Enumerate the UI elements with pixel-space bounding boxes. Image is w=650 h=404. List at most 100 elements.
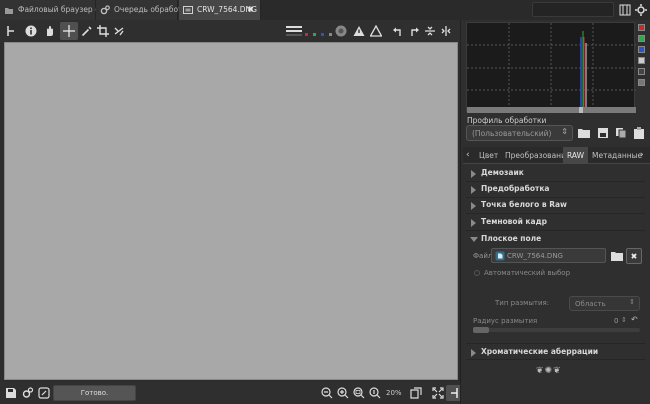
shadow-clip-button[interactable]: [351, 23, 367, 39]
info-button[interactable]: [23, 23, 39, 39]
fullscreen-button[interactable]: [430, 385, 446, 401]
gear-icon: [635, 4, 647, 16]
profile-save-button[interactable]: [595, 125, 611, 141]
blur-radius-slider-handle[interactable]: [473, 327, 489, 333]
flat-field-file-chooser[interactable]: CRW_7564.DNG: [491, 248, 606, 263]
zoom-level: 20%: [386, 389, 402, 397]
flip-horizontal-icon: [441, 26, 451, 36]
settings-icon[interactable]: [633, 2, 649, 18]
zoom-in-icon: [337, 387, 349, 399]
auto-select-checkbox[interactable]: [474, 270, 480, 276]
flip-horizontal-button[interactable]: [438, 23, 454, 39]
new-window-icon: [410, 387, 422, 399]
subtab-color[interactable]: Цвет: [476, 148, 501, 164]
focus-mask-button[interactable]: [333, 23, 349, 39]
chevron-updown-icon: ⇕: [561, 127, 568, 136]
hand-icon: [47, 26, 53, 36]
section-flat-field[interactable]: Плоское поле: [466, 231, 645, 248]
flip-vertical-button[interactable]: [422, 23, 438, 39]
crosshair-tool-button[interactable]: [60, 22, 78, 40]
profile-save-icon: [598, 128, 608, 138]
histogram[interactable]: [466, 22, 636, 113]
subtab-next-arrow[interactable]: ›: [640, 150, 644, 160]
section-label: Темновой кадр: [481, 217, 548, 226]
section-label: Хроматические аберрации: [481, 347, 599, 356]
blur-radius-spinner-icon[interactable]: ⇕: [621, 316, 627, 324]
section-demosaic[interactable]: Демозаик: [466, 165, 645, 182]
expand-arrow-icon: [471, 186, 476, 194]
channel-red-dot[interactable]: [305, 33, 308, 36]
color-picker-button[interactable]: [79, 23, 95, 39]
save-image-button[interactable]: [3, 385, 19, 401]
histogram-graph: [467, 23, 636, 113]
expand-arrow-icon: [471, 202, 476, 210]
blur-type-select[interactable]: Область ⇕: [569, 296, 640, 311]
tab-file-browser[interactable]: Файловый браузер (1): [0, 0, 106, 20]
gears-icon: [22, 387, 34, 398]
profile-copy-button[interactable]: [613, 125, 629, 141]
crosshair-icon: [63, 25, 75, 37]
blur-radius-slider[interactable]: [473, 327, 640, 333]
histogram-bar-toggle[interactable]: [638, 79, 645, 86]
filmstrip-search-field[interactable]: [532, 2, 614, 17]
focus-circle-icon: [335, 25, 347, 37]
profile-open-button[interactable]: [576, 125, 592, 141]
new-detail-window-button[interactable]: [408, 385, 424, 401]
color-bars-icon: [286, 26, 302, 36]
highlight-clip-button[interactable]: [368, 23, 384, 39]
blur-type-label: Тип размытия:: [495, 299, 550, 307]
subtab-raw[interactable]: RAW: [563, 147, 589, 164]
histogram-lum-toggle[interactable]: [638, 57, 645, 64]
profile-paste-button[interactable]: [631, 125, 647, 141]
image-icon: [183, 6, 193, 14]
subtab-metadata[interactable]: Метаданные: [589, 148, 645, 164]
section-label: Точка белого в Raw: [481, 200, 567, 209]
section-raw-white-point[interactable]: Точка белого в Raw: [466, 197, 645, 214]
queue-add-button[interactable]: [20, 385, 36, 401]
blur-type-value: Область: [575, 300, 606, 308]
edit-external-button[interactable]: [36, 385, 52, 401]
flat-field-browse-button[interactable]: [609, 248, 625, 264]
panel-end-ornament: ❦✺❦: [536, 366, 562, 376]
zoom-in-button[interactable]: [335, 385, 351, 401]
tab-editor-image[interactable]: CRW_7564.DNG ✖: [179, 0, 261, 20]
tab-queue[interactable]: Очередь обработки: [96, 0, 192, 20]
zoom-100-button[interactable]: [367, 385, 383, 401]
blur-radius-reset-icon[interactable]: ↶: [631, 315, 638, 324]
histogram-red-toggle[interactable]: [638, 24, 645, 31]
hide-history-button[interactable]: [3, 23, 19, 39]
channel-lum-dot[interactable]: [329, 33, 332, 36]
zoom-out-icon: [321, 387, 333, 399]
subtab-label: Цвет: [479, 151, 499, 160]
color-management-button[interactable]: [284, 23, 304, 39]
image-preview[interactable]: [4, 42, 458, 380]
fullscreen-icon: [432, 387, 444, 399]
subtab-prev-arrow[interactable]: ‹: [466, 150, 470, 160]
histogram-raw-toggle[interactable]: [638, 68, 645, 75]
histogram-green-toggle[interactable]: [638, 35, 645, 42]
section-preprocessing[interactable]: Предобработка: [466, 181, 645, 198]
channel-blue-dot[interactable]: [321, 33, 324, 36]
blur-radius-value: 0: [614, 317, 619, 325]
profile-select[interactable]: (Пользовательский) ⇕: [466, 125, 573, 141]
zoom-fit-icon: [353, 387, 365, 399]
flat-field-clear-button[interactable]: ✖: [626, 248, 642, 264]
section-label: Демозаик: [481, 168, 524, 177]
straighten-tool-button[interactable]: [111, 23, 127, 39]
crop-icon: [97, 25, 109, 37]
section-chromatic-aberration[interactable]: Хроматические аберрации: [466, 343, 645, 360]
rotate-right-button[interactable]: [406, 23, 422, 39]
section-dark-frame[interactable]: Темновой кадр: [466, 214, 645, 231]
zoom-out-button[interactable]: [319, 385, 335, 401]
crop-tool-button[interactable]: [95, 23, 111, 39]
flip-vertical-icon: [425, 26, 435, 36]
hand-tool-button[interactable]: [42, 23, 58, 39]
histogram-blue-toggle[interactable]: [638, 46, 645, 53]
folder-icon: [5, 8, 13, 14]
channel-green-dot[interactable]: [313, 33, 316, 36]
close-icon[interactable]: ✖: [247, 0, 254, 20]
paste-icon: [634, 127, 644, 139]
zoom-fit-button[interactable]: [351, 385, 367, 401]
rotate-left-button[interactable]: [390, 23, 406, 39]
window-layout-icon[interactable]: [617, 2, 633, 18]
